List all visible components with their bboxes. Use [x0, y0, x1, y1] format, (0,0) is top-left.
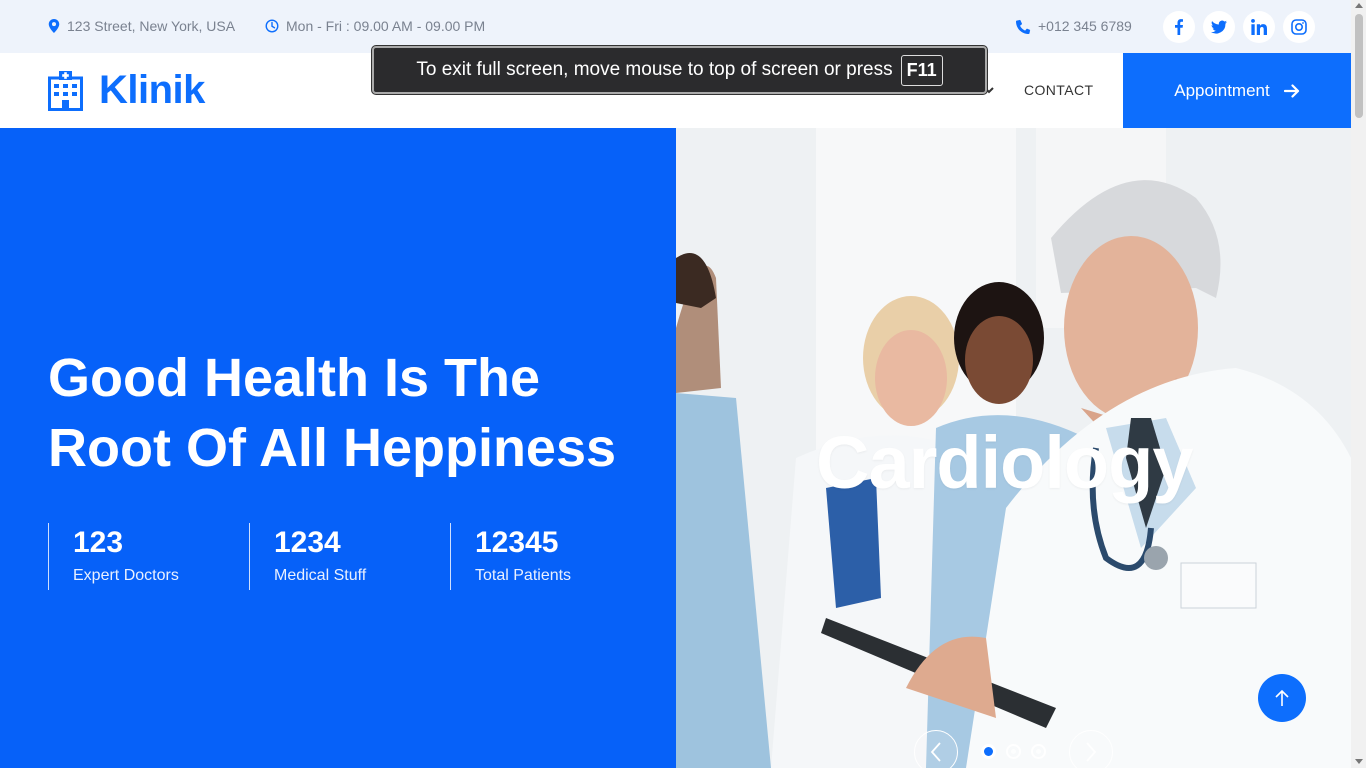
linkedin-icon: [1251, 19, 1267, 35]
phone-info[interactable]: +012 345 6789: [1016, 18, 1132, 34]
facebook-link[interactable]: [1163, 11, 1195, 43]
appointment-label: Appointment: [1174, 80, 1270, 100]
phone-icon: [1016, 19, 1031, 34]
hero-stats: 123 Expert Doctors 1234 Medical Stuff 12…: [48, 523, 651, 590]
hero-title-line1: Good Health Is The: [48, 348, 541, 408]
facebook-icon: [1175, 19, 1183, 35]
address-info: 123 Street, New York, USA: [48, 18, 235, 34]
carousel-next-button[interactable]: [1069, 730, 1113, 768]
fullscreen-key: F11: [900, 54, 943, 86]
phone-text: +012 345 6789: [1038, 18, 1132, 34]
stat-label: Total Patients: [475, 567, 572, 584]
hero-title-line2: Root Of All Heppiness: [48, 418, 617, 478]
back-to-top-button[interactable]: [1258, 674, 1306, 722]
address-text: 123 Street, New York, USA: [67, 18, 236, 34]
stat-number: 1234: [274, 526, 341, 559]
carousel-dot-2[interactable]: [1006, 744, 1021, 759]
hours-info: Mon - Fri : 09.00 AM - 09.00 PM: [265, 18, 485, 34]
twitter-link[interactable]: [1203, 11, 1235, 43]
stat-number: 12345: [475, 526, 559, 559]
hours-text: Mon - Fri : 09.00 AM - 09.00 PM: [286, 18, 486, 34]
linkedin-link[interactable]: [1243, 11, 1275, 43]
carousel-dot-1[interactable]: [981, 744, 996, 759]
stat-number: 123: [73, 526, 124, 559]
hero-title: Good Health Is The Root Of All Heppiness: [48, 343, 648, 483]
stat-total-patients: 12345 Total Patients: [450, 523, 651, 590]
hospital-icon: [48, 70, 83, 111]
brand-name: Klinik: [99, 68, 205, 112]
carousel-dot-3[interactable]: [1031, 744, 1046, 759]
chevron-left-icon: [930, 742, 941, 762]
social-links: [1163, 11, 1315, 43]
fullscreen-notice: To exit full screen, move mouse to top o…: [372, 46, 987, 94]
nav-contact-link[interactable]: CONTACT: [1024, 82, 1093, 98]
carousel-prev-button[interactable]: [914, 730, 958, 768]
stat-label: Expert Doctors: [73, 567, 179, 584]
instagram-icon: [1291, 19, 1307, 35]
brand-logo[interactable]: Klinik: [48, 68, 205, 113]
twitter-icon: [1211, 20, 1227, 34]
scroll-down-arrow[interactable]: [1355, 759, 1363, 764]
clock-icon: [265, 19, 279, 33]
carousel-slide-title: Cardiology: [816, 421, 1193, 504]
scroll-thumb[interactable]: [1355, 14, 1363, 118]
appointment-button[interactable]: Appointment: [1123, 53, 1351, 128]
scroll-up-arrow[interactable]: [1355, 3, 1363, 8]
map-marker-icon: [48, 19, 60, 33]
instagram-link[interactable]: [1283, 11, 1315, 43]
arrow-right-icon: [1283, 83, 1299, 98]
stat-medical-stuff: 1234 Medical Stuff: [249, 523, 450, 590]
page-scrollbar[interactable]: [1351, 0, 1366, 768]
fullscreen-message: To exit full screen, move mouse to top o…: [416, 59, 893, 80]
hero-carousel: Cardiology: [676, 128, 1351, 768]
stat-label: Medical Stuff: [274, 567, 367, 584]
arrow-up-icon: [1275, 689, 1289, 706]
stat-expert-doctors: 123 Expert Doctors: [48, 523, 249, 590]
chevron-right-icon: [1086, 742, 1097, 762]
carousel-indicators: [981, 744, 1046, 759]
